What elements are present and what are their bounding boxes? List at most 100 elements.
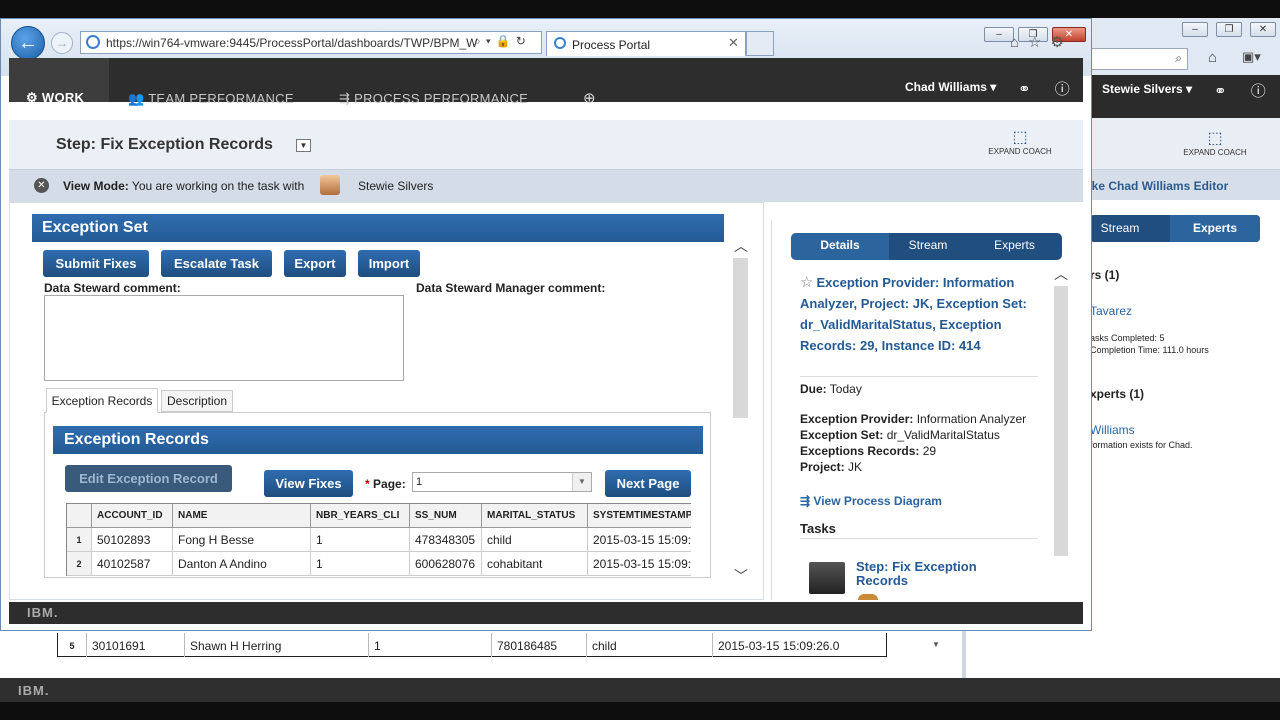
expand-coach-button[interactable]: ⬚ EXPAND COACH — [985, 129, 1055, 156]
user-menu[interactable]: Chad Williams ▾ — [905, 80, 996, 94]
view-process-diagram-label: View Process Diagram — [813, 494, 942, 508]
bg-footer — [0, 678, 1280, 702]
bg-side-heading: rs (1) — [1090, 268, 1120, 282]
nav-team-label: TEAM PERFORMANCE — [148, 91, 294, 106]
expand-icon: ⬚ — [1012, 129, 1028, 146]
bg-side-user[interactable]: Tavarez — [1090, 304, 1132, 318]
favorites-icon[interactable]: ▣▾ — [1242, 49, 1261, 65]
cell-marital-status[interactable]: child — [482, 528, 588, 552]
column-header[interactable]: ACCOUNT_ID — [92, 504, 173, 528]
provider-line: Exception Provider: Information Analyzer — [800, 411, 1026, 427]
new-tab-button[interactable] — [746, 31, 774, 56]
submit-fixes-button[interactable]: Submit Fixes — [43, 250, 149, 277]
nav-process-performance[interactable]: ⇶ PROCESS PERFORMANCE — [339, 91, 528, 107]
cell-nbr-years: 1 — [368, 633, 491, 657]
nav-team-performance[interactable]: 👥 TEAM PERFORMANCE — [128, 91, 294, 107]
tab-stream[interactable]: Stream — [889, 233, 967, 260]
app-footer — [9, 602, 1083, 624]
page-select[interactable]: 1 — [412, 472, 592, 492]
cell-marital-status[interactable]: cohabitant — [482, 552, 588, 576]
task-link[interactable]: Step: Fix Exception Records — [856, 560, 1016, 588]
tab-details[interactable]: Details — [791, 233, 889, 260]
column-header[interactable]: MARITAL_STATUS — [482, 504, 588, 528]
cell-systemtime[interactable]: 2015-03-15 15:09: — [588, 528, 691, 552]
task-icon[interactable] — [809, 562, 845, 594]
link-help-icons[interactable]: ⚭ ⓘ — [1018, 78, 1080, 99]
expand-coach-label: EXPAND COACH — [988, 147, 1052, 156]
column-header[interactable]: SYSTEMTIMESTAMP — [588, 504, 691, 528]
cell-name[interactable]: Fong H Besse — [173, 528, 311, 552]
forward-button[interactable]: → — [51, 32, 73, 54]
cell-systemtime[interactable]: 2015-03-15 15:09: — [588, 552, 691, 576]
cell-nbr-years[interactable]: 1 — [311, 528, 410, 552]
view-fixes-button[interactable]: View Fixes — [264, 470, 353, 497]
column-header[interactable]: SS_NUM — [410, 504, 482, 528]
scroll-down-icon[interactable]: ﹀ — [734, 566, 748, 586]
cell-systemtime: 2015-03-15 15:09:26.0 — [712, 633, 887, 657]
close-icon[interactable]: ✕ — [34, 178, 49, 193]
bg-user-menu[interactable]: Stewie Silvers ▾ — [1102, 82, 1192, 96]
right-scrollbar-thumb[interactable] — [1054, 286, 1068, 556]
scroll-down-icon[interactable]: ▼ — [932, 640, 940, 649]
cell-name[interactable]: Danton A Andino — [173, 552, 311, 576]
left-scrollbar-thumb[interactable] — [733, 258, 748, 418]
view-process-diagram-link[interactable]: ⇶ View Process Diagram — [800, 494, 942, 508]
cell-ss-num[interactable]: 600628076 — [410, 552, 482, 576]
import-button[interactable]: Import — [358, 250, 420, 277]
next-page-button[interactable]: Next Page — [605, 470, 691, 497]
tab-exception-records[interactable]: Exception Records — [46, 388, 158, 413]
column-header[interactable]: NAME — [173, 504, 311, 528]
star-icon[interactable]: ☆ — [800, 274, 813, 291]
bg-expand-coach-button[interactable]: ⬚ EXPAND COACH — [1182, 130, 1248, 157]
expand-icon: ⬚ — [1207, 130, 1223, 147]
chevron-down-icon[interactable]: ▼ — [296, 139, 311, 152]
process-diagram-icon: ⇶ — [800, 494, 811, 508]
bg-user-name: Stewie Silvers — [1102, 82, 1183, 96]
scroll-up-icon[interactable]: ︿ — [1054, 264, 1068, 284]
bg-close-button[interactable]: ✕ — [1250, 22, 1276, 37]
ds-comment-field[interactable] — [44, 295, 404, 381]
chevron-down-icon[interactable]: ▼ — [572, 473, 591, 491]
bg-tab-experts[interactable]: Experts — [1170, 215, 1260, 242]
bg-address-box[interactable]: ⌕ — [1090, 48, 1188, 70]
page-title: Step: Fix Exception Records — [56, 136, 273, 153]
bg-link-help-icons[interactable]: ⚭ ⓘ — [1214, 80, 1276, 101]
project-label: Project: — [800, 460, 845, 474]
tab-close-icon[interactable]: ✕ — [728, 35, 739, 51]
required-marker: * — [365, 477, 370, 491]
edit-exception-record-button[interactable]: Edit Exception Record — [65, 465, 232, 492]
home-icon[interactable]: ⌂ — [1208, 49, 1217, 66]
tab-title[interactable]: Process Portal — [572, 38, 650, 52]
table-row[interactable]: 5 30101691 Shawn H Herring 1 780186485 c… — [57, 633, 887, 657]
toolbar-icons[interactable]: ⌂☆⚙ — [1010, 33, 1073, 51]
bg-tab-stream[interactable]: Stream — [1090, 215, 1150, 242]
cell-account-id: 30101691 — [86, 633, 184, 657]
back-button[interactable]: ← — [11, 26, 45, 60]
tab-description[interactable]: Description — [161, 390, 233, 412]
address-icons[interactable]: ⌕▾🔒↻ — [474, 34, 531, 49]
export-button[interactable]: Export — [284, 250, 346, 277]
cell-ss-num[interactable]: 478348305 — [410, 528, 482, 552]
cell-account-id[interactable]: 50102893 — [92, 528, 173, 552]
search-icon: ⌕ — [1175, 51, 1182, 65]
nav-work[interactable]: ⚙ WORK — [26, 90, 84, 106]
bg-side-user[interactable]: Williams — [1090, 423, 1135, 437]
ds-comment-label: Data Steward comment: — [44, 281, 181, 295]
row-number: 1 — [67, 528, 92, 552]
cell-account-id[interactable]: 40102587 — [92, 552, 173, 576]
bg-minimize-button[interactable]: – — [1182, 22, 1208, 37]
address-url[interactable]: https://win764-vmware:9445/ProcessPortal… — [106, 36, 477, 50]
scroll-up-icon[interactable]: ︿ — [734, 236, 748, 256]
set-label: Exception Set: — [800, 428, 884, 442]
ibm-logo: IBM. — [27, 605, 59, 620]
add-dashboard-icon[interactable]: ⊕ — [583, 89, 596, 107]
column-header[interactable]: NBR_YEARS_CLI — [311, 504, 410, 528]
tab-experts[interactable]: Experts — [967, 233, 1062, 260]
escalate-task-button[interactable]: Escalate Task — [161, 250, 272, 277]
cell-nbr-years[interactable]: 1 — [311, 552, 410, 576]
view-mode-desc: You are working on the task with — [131, 179, 305, 193]
bg-restore-button[interactable]: ❐ — [1216, 22, 1242, 37]
project-line: Project: JK — [800, 459, 862, 475]
view-mode-user: Stewie Silvers — [358, 179, 434, 193]
set-value: dr_ValidMaritalStatus — [886, 428, 1000, 442]
